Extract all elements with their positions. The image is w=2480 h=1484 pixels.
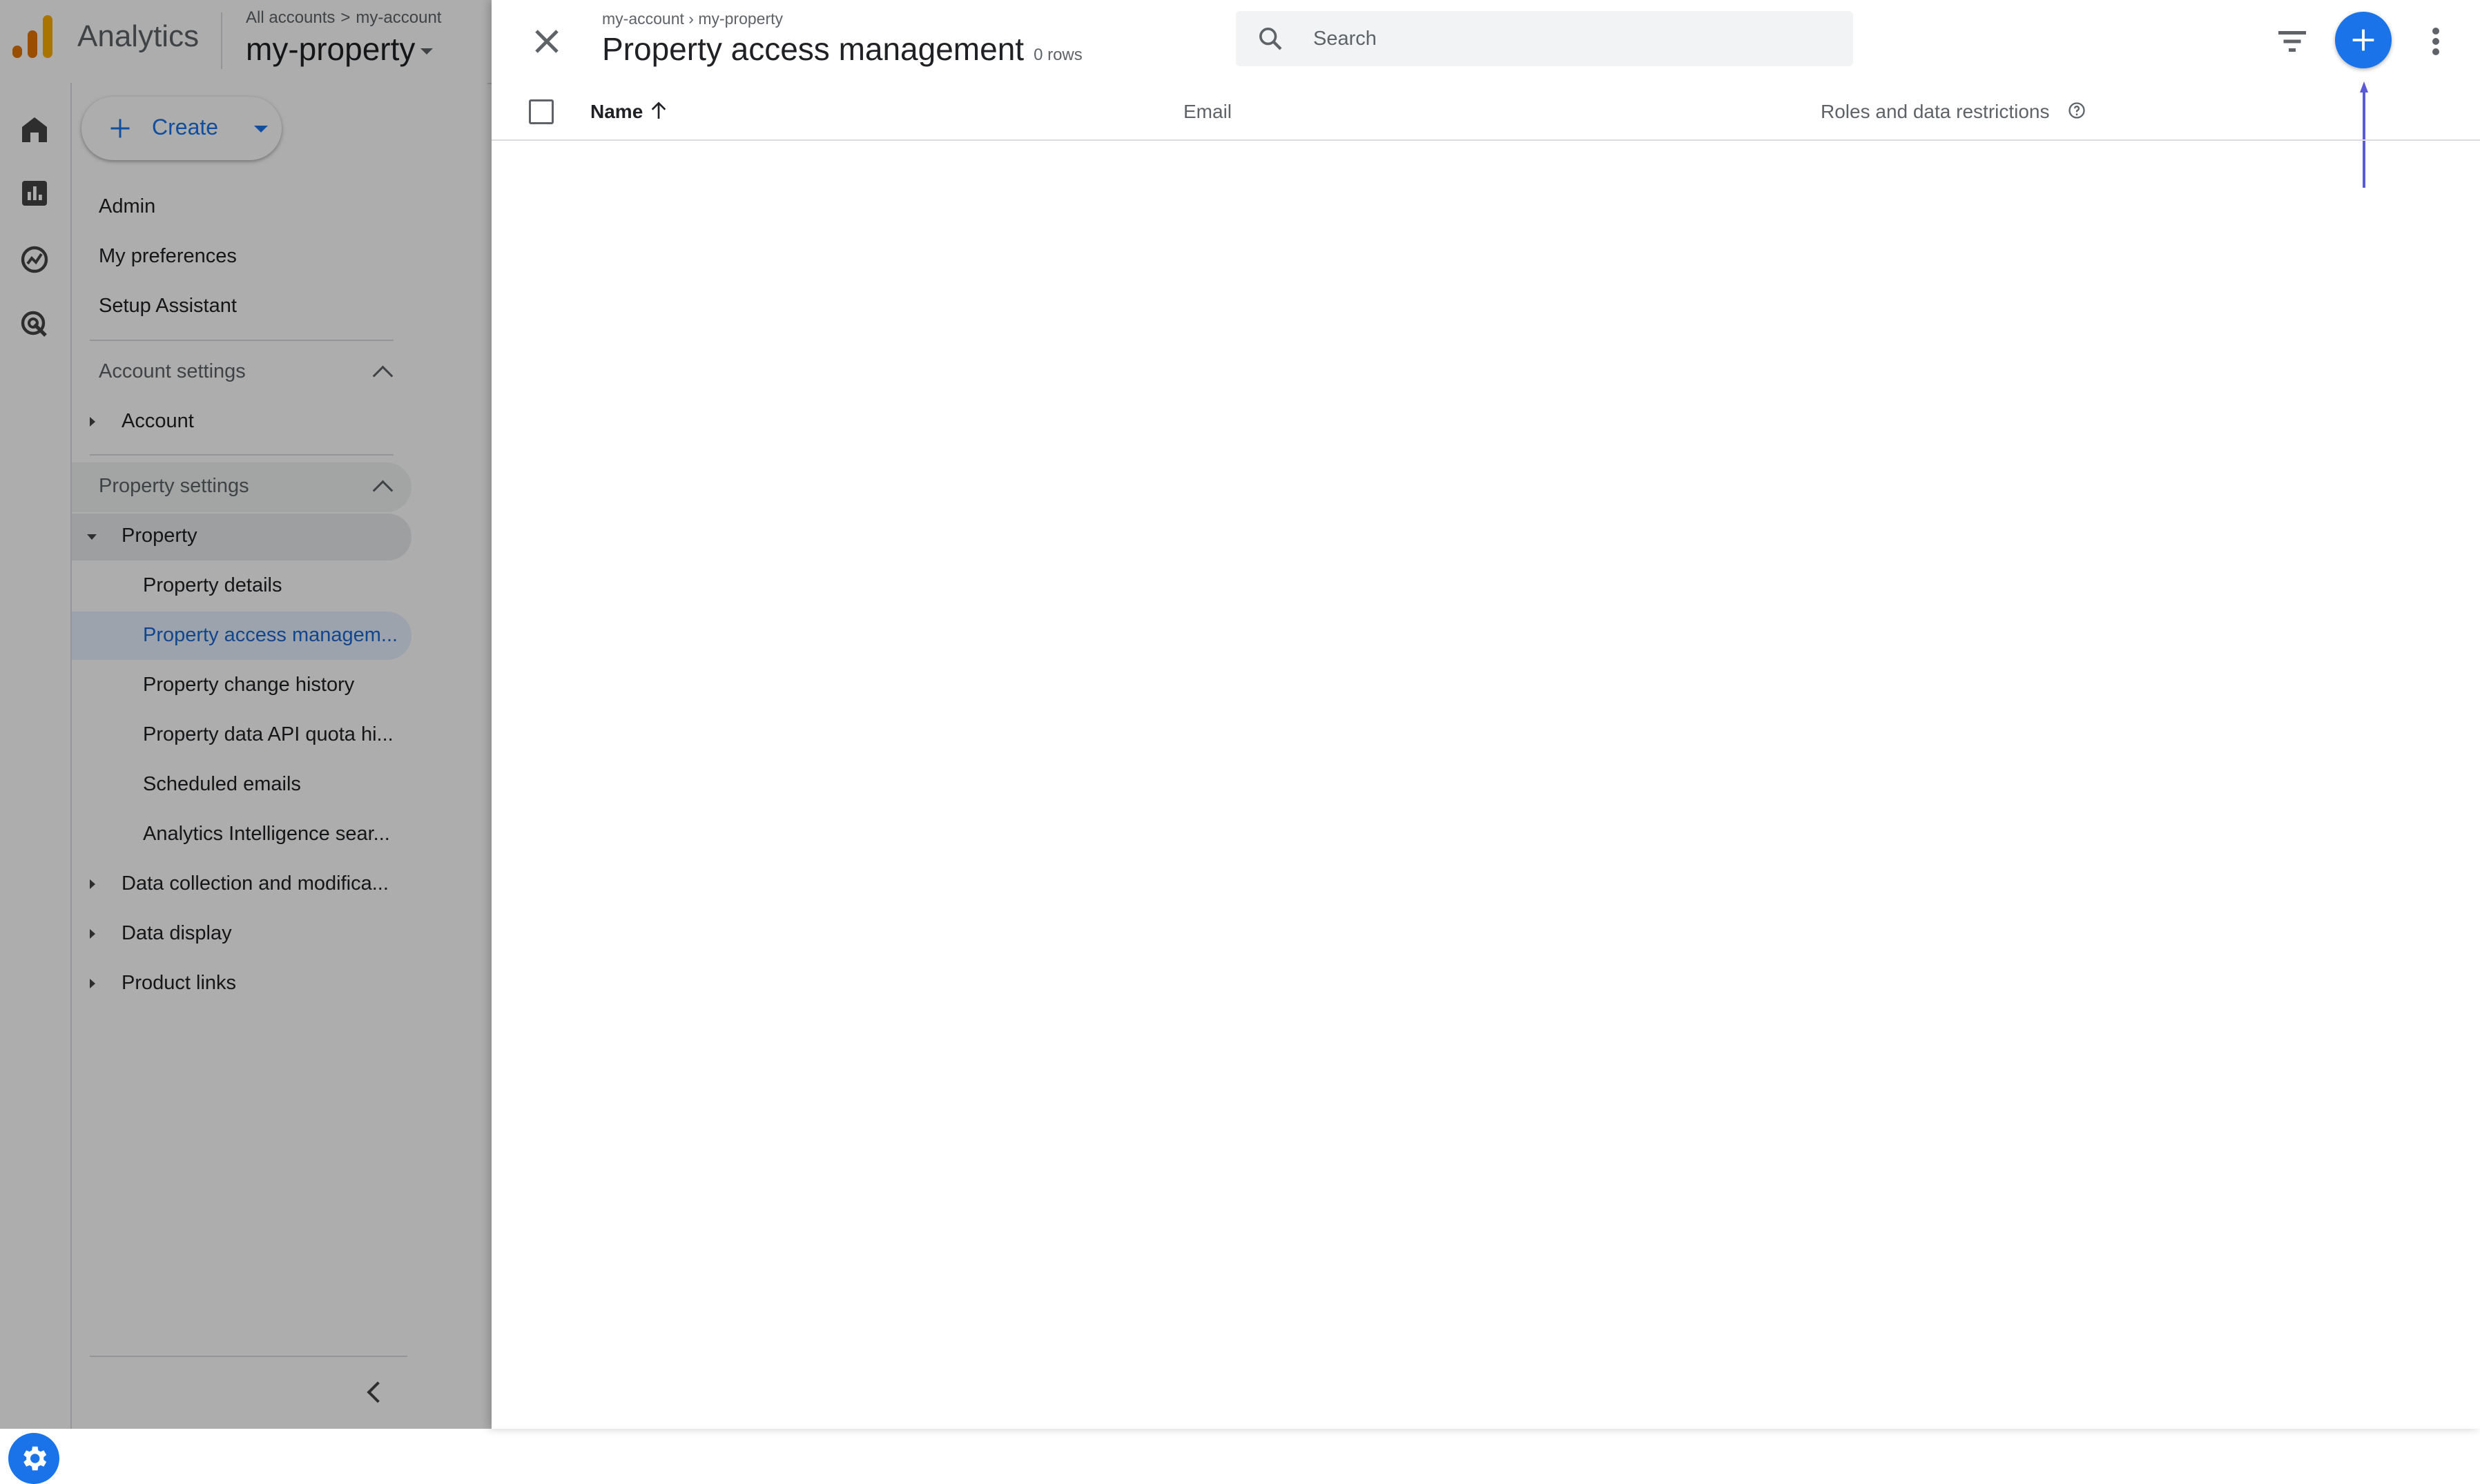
row-count: 0 rows	[1034, 46, 1083, 64]
add-icon	[2352, 29, 2374, 51]
filter-icon[interactable]	[2271, 21, 2313, 62]
page-title: Property access management 0 rows	[602, 30, 1083, 68]
close-icon[interactable]	[526, 21, 568, 62]
more-vert-icon[interactable]	[2422, 21, 2450, 62]
column-header-roles[interactable]: Roles and data restrictions	[1821, 101, 2050, 123]
search-icon	[1259, 28, 1282, 50]
search-bar[interactable]	[1236, 11, 1853, 66]
table-header: Name Email Roles and data restrictions	[492, 88, 2480, 141]
column-header-name[interactable]: Name	[590, 101, 643, 123]
page-title-text: Property access management	[602, 31, 1025, 67]
column-header-email[interactable]: Email	[1183, 101, 1232, 123]
panel-breadcrumb: my-account › my-property	[602, 10, 784, 28]
admin-settings-button[interactable]	[8, 1433, 59, 1484]
select-all-checkbox[interactable]	[529, 99, 554, 124]
add-user-button[interactable]	[2335, 12, 2392, 68]
help-circle-icon[interactable]	[2067, 101, 2086, 120]
search-input[interactable]	[1313, 11, 1838, 66]
settings-gear-icon	[23, 1446, 47, 1471]
sort-arrow-up-icon[interactable]	[648, 98, 670, 123]
property-access-panel: my-account › my-property Property access…	[492, 0, 2480, 1429]
